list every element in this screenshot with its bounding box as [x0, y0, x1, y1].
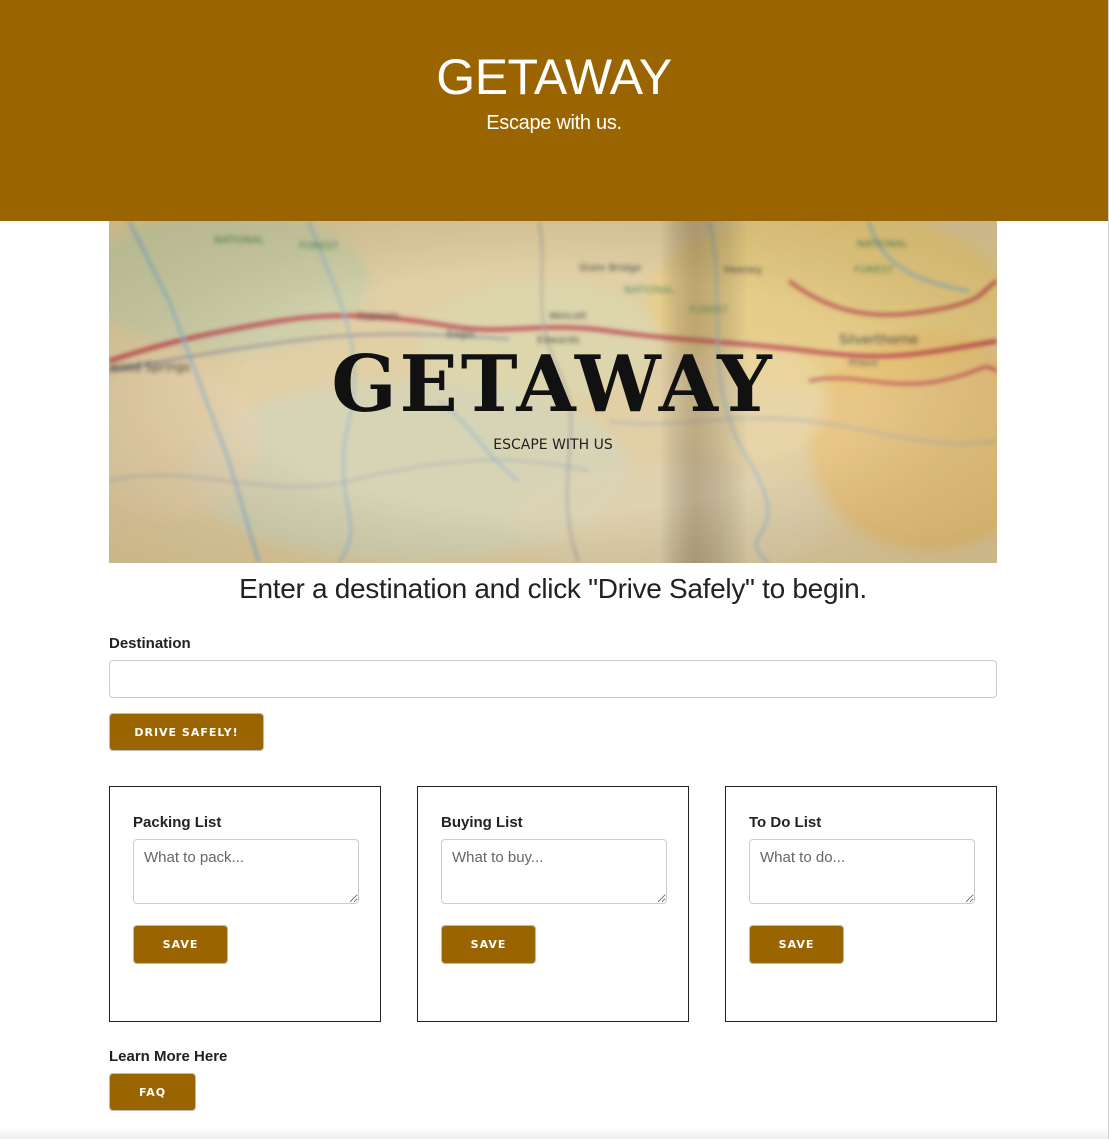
buying-list-textarea[interactable]: [441, 839, 667, 904]
todo-list-card: To Do List SAVE: [725, 786, 997, 1022]
site-tagline: Escape with us.: [486, 112, 622, 134]
instructions-text: Enter a destination and click "Drive Saf…: [239, 573, 867, 604]
page-bottom-edge: [0, 1128, 1108, 1139]
buying-list-title: Buying List: [441, 814, 523, 831]
todo-list-textarea[interactable]: [749, 839, 975, 904]
hero-subtitle: ESCAPE WITH US: [493, 437, 613, 453]
site-title: GETAWAY: [436, 49, 672, 105]
faq-button[interactable]: FAQ: [109, 1073, 196, 1111]
packing-list-textarea[interactable]: [133, 839, 359, 904]
drive-safely-button[interactable]: DRIVE SAFELY!: [109, 713, 264, 751]
hero-banner: NATIONAL FOREST Gypsum Eagle Edwards Wol…: [109, 221, 997, 563]
packing-list-card: Packing List SAVE: [109, 786, 381, 1022]
todo-save-button[interactable]: SAVE: [749, 925, 844, 964]
buying-list-card: Buying List SAVE: [417, 786, 689, 1022]
destination-label: Destination: [109, 635, 191, 652]
site-header: GETAWAY Escape with us.: [0, 0, 1108, 221]
hero-title: GETAWAY: [331, 339, 775, 430]
buying-save-button[interactable]: SAVE: [441, 925, 536, 964]
packing-list-title: Packing List: [133, 814, 222, 831]
todo-list-title: To Do List: [749, 814, 822, 831]
learn-more-label: Learn More Here: [109, 1048, 228, 1065]
destination-input[interactable]: [109, 660, 997, 698]
packing-save-button[interactable]: SAVE: [133, 925, 228, 964]
